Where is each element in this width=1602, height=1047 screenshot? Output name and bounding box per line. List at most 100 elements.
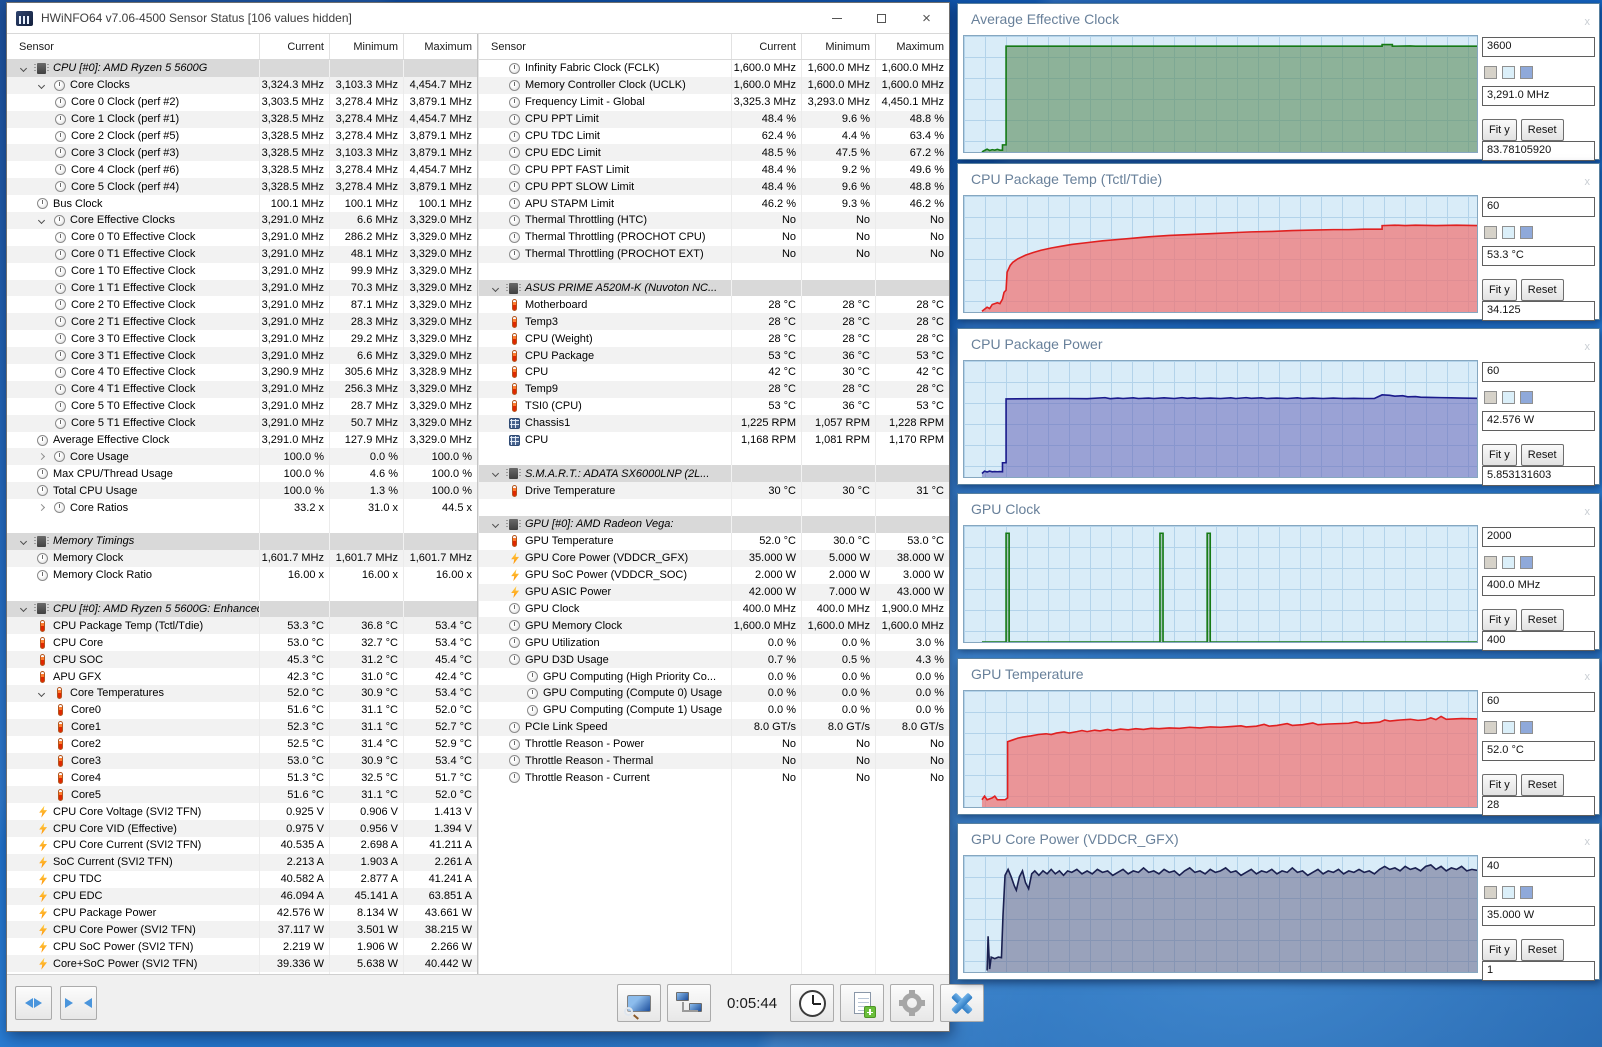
reset-button[interactable]: Reset	[1520, 279, 1564, 301]
sensor-group-row[interactable]: Memory Timings	[7, 532, 477, 550]
column-header-maximum[interactable]: Maximum	[403, 34, 477, 59]
sensor-row[interactable]: CPU Package 53 °C 36 °C 53 °C	[479, 347, 949, 365]
collapse-arrow-icon[interactable]	[37, 689, 46, 697]
scale-min-input[interactable]: 1	[1482, 961, 1595, 981]
sensor-row[interactable]: CPU Package Temp (Tctl/Tdie) 53.3 °C 36.8 …	[7, 617, 477, 635]
fit-y-button[interactable]: Fit y	[1482, 774, 1517, 796]
sensor-row[interactable]: Memory Controller Clock (UCLK) 1,600.0 MH…	[479, 76, 949, 94]
sensor-row[interactable]: Core3 53.0 °C 30.9 °C 53.4 °C	[7, 752, 477, 770]
collapse-arrow-icon[interactable]	[491, 284, 500, 292]
sensor-row[interactable]: Core5 51.6 °C 31.1 °C 52.0 °C	[7, 786, 477, 804]
fit-y-button[interactable]: Fit y	[1482, 119, 1517, 141]
scale-min-input[interactable]: 5.853131603	[1482, 466, 1595, 486]
grid-color-swatch[interactable]	[1502, 226, 1515, 239]
sensor-row[interactable]: GPU Clock 400.0 MHz 400.0 MHz 1,900.0 MHz	[479, 600, 949, 618]
sensor-row[interactable]: SoC Current (SVI2 TFN) 2.213 A 1.903 A 2.26…	[7, 853, 477, 871]
graph-titlebar[interactable]: GPU Core Power (VDDCR_GFX) x	[958, 824, 1599, 855]
sensor-row[interactable]: Bus Clock 100.1 MHz 100.1 MHz 100.1 MHz	[7, 195, 477, 213]
close-icon[interactable]: x	[1585, 332, 1591, 363]
reset-button[interactable]: Reset	[1520, 444, 1564, 466]
collapse-arrow-icon[interactable]	[19, 64, 28, 72]
column-header-current[interactable]: Current	[259, 34, 329, 59]
background-color-swatch[interactable]	[1484, 721, 1497, 734]
sensor-row[interactable]: Temp3 28 °C 28 °C 28 °C	[479, 313, 949, 331]
sensor-row[interactable]: GPU Computing (Compute 0) Usage 0.0 % 0.0 …	[479, 684, 949, 702]
sensor-row[interactable]: CPU Core Power (SVI2 TFN) 37.117 W 3.501 W…	[7, 921, 477, 939]
column-header-sensor[interactable]: Sensor	[7, 34, 259, 59]
graph-window[interactable]: CPU Package Power x 60 42.576 W Fit y Re…	[957, 328, 1600, 486]
graph-titlebar[interactable]: GPU Temperature x	[958, 659, 1599, 690]
graph-titlebar[interactable]: Average Effective Clock x	[958, 4, 1599, 35]
column-header-maximum[interactable]: Maximum	[875, 34, 949, 59]
close-button[interactable]: ×	[904, 4, 949, 33]
sensor-row[interactable]: Throttle Reason - Current No No No	[479, 769, 949, 787]
scale-max-input[interactable]: 3600	[1482, 37, 1595, 57]
sensor-row[interactable]: Core Clocks 3,324.3 MHz 3,103.3 MHz 4,454.7…	[7, 76, 477, 94]
sensor-row[interactable]: GPU SoC Power (VDDCR_SOC) 2.000 W 2.000 W3…	[479, 566, 949, 584]
line-color-swatch[interactable]	[1520, 556, 1533, 569]
scale-max-input[interactable]: 60	[1482, 362, 1595, 382]
fit-y-button[interactable]: Fit y	[1482, 279, 1517, 301]
window-titlebar[interactable]: HWiNFO64 v7.06-4500 Sensor Status [106 v…	[7, 3, 949, 33]
sensor-row[interactable]: GPU Computing (Compute 1) Usage 0.0 % 0.0 …	[479, 701, 949, 719]
grid-color-swatch[interactable]	[1502, 886, 1515, 899]
line-color-swatch[interactable]	[1520, 721, 1533, 734]
scale-max-input[interactable]: 60	[1482, 197, 1595, 217]
column-header-sensor[interactable]: Sensor	[479, 34, 731, 59]
sensor-row[interactable]: Core1 52.3 °C 31.1 °C 52.7 °C	[7, 718, 477, 736]
sensor-row[interactable]: CPU PPT Limit 48.4 % 9.6 % 48.8 %	[479, 110, 949, 128]
expand-arrow-icon[interactable]	[37, 504, 46, 512]
collapse-columns-button[interactable]	[60, 986, 97, 1020]
sensor-row[interactable]: Core+SoC Power (SVI2 TFN) 39.336 W 5.638 W…	[7, 955, 477, 973]
collapse-arrow-icon[interactable]	[37, 216, 46, 224]
minimize-button[interactable]	[814, 4, 859, 33]
reset-button[interactable]: Reset	[1520, 609, 1564, 631]
sensor-row[interactable]: Core 2 T1 Effective Clock 3,291.0 MHz 28.3…	[7, 313, 477, 331]
sensor-row[interactable]: Throttle Reason - Power No No No	[479, 735, 949, 753]
sensor-row[interactable]: Thermal Throttling (PROCHOT EXT) No No No	[479, 245, 949, 263]
grid-color-swatch[interactable]	[1502, 66, 1515, 79]
sensor-row[interactable]: Frequency Limit - Global 3,325.3 MHz 3,293…	[479, 93, 949, 111]
graph-titlebar[interactable]: CPU Package Temp (Tctl/Tdie) x	[958, 164, 1599, 195]
sensor-row[interactable]: Average Effective Clock 3,291.0 MHz 127.9 …	[7, 431, 477, 449]
graph-window[interactable]: GPU Temperature x 60 52.0 °C Fit y Reset…	[957, 658, 1600, 816]
sensor-row[interactable]: Core Temperatures 52.0 °C 30.9 °C 53.4 °C	[7, 684, 477, 702]
line-color-swatch[interactable]	[1520, 391, 1533, 404]
sensor-row[interactable]: CPU 1,168 RPM 1,081 RPM 1,170 RPM	[479, 431, 949, 449]
sensor-row[interactable]: Core 0 T1 Effective Clock 3,291.0 MHz 48.1…	[7, 245, 477, 263]
sensor-row[interactable]: Core 4 T1 Effective Clock 3,291.0 MHz 256.…	[7, 380, 477, 398]
table-header[interactable]: Sensor Current Minimum Maximum	[7, 34, 477, 60]
sensor-row[interactable]: Core0 51.6 °C 31.1 °C 52.0 °C	[7, 701, 477, 719]
reset-button[interactable]: Reset	[1520, 939, 1564, 961]
background-color-swatch[interactable]	[1484, 66, 1497, 79]
sensor-row[interactable]: Core 3 T0 Effective Clock 3,291.0 MHz 29.2…	[7, 330, 477, 348]
column-header-minimum[interactable]: Minimum	[329, 34, 403, 59]
close-icon[interactable]: x	[1585, 662, 1591, 693]
sensor-row[interactable]: CPU EDC 46.094 A 45.141 A 63.851 A	[7, 887, 477, 905]
sensor-row[interactable]: Core 4 Clock (perf #6) 3,328.5 MHz 3,278.4…	[7, 161, 477, 179]
column-header-minimum[interactable]: Minimum	[801, 34, 875, 59]
close-icon[interactable]: x	[1585, 497, 1591, 528]
fit-y-button[interactable]: Fit y	[1482, 609, 1517, 631]
sensor-group-row[interactable]: ASUS PRIME A520M-K (Nuvoton NC...	[479, 279, 949, 297]
sensor-row[interactable]: Total CPU Usage 100.0 % 1.3 % 100.0 %	[7, 482, 477, 500]
sensor-row[interactable]: GPU D3D Usage 0.7 % 0.5 % 4.3 %	[479, 651, 949, 669]
scale-max-input[interactable]: 40	[1482, 857, 1595, 877]
grid-color-swatch[interactable]	[1502, 556, 1515, 569]
sensor-row[interactable]: Core 1 T1 Effective Clock 3,291.0 MHz 70.3…	[7, 279, 477, 297]
clock-button[interactable]	[790, 984, 835, 1022]
close-icon[interactable]: x	[1585, 167, 1591, 198]
fit-y-button[interactable]: Fit y	[1482, 939, 1517, 961]
graph-window[interactable]: CPU Package Temp (Tctl/Tdie) x 60 53.3 °…	[957, 163, 1600, 321]
scale-max-input[interactable]: 60	[1482, 692, 1595, 712]
background-color-swatch[interactable]	[1484, 556, 1497, 569]
fit-y-button[interactable]: Fit y	[1482, 444, 1517, 466]
sensor-row[interactable]: Core 2 Clock (perf #5) 3,328.5 MHz 3,278.4…	[7, 127, 477, 145]
sensor-row[interactable]: Core 3 T1 Effective Clock 3,291.0 MHz 6.6 …	[7, 347, 477, 365]
sensor-row[interactable]: CPU TDC Limit 62.4 % 4.4 % 63.4 %	[479, 127, 949, 145]
collapse-arrow-icon[interactable]	[19, 605, 28, 613]
graph-window[interactable]: GPU Core Power (VDDCR_GFX) x 40 35.000 W…	[957, 823, 1600, 981]
close-icon[interactable]: x	[1585, 827, 1591, 858]
sensor-row[interactable]: Thermal Throttling (HTC) No No No	[479, 212, 949, 229]
close-icon[interactable]: x	[1585, 7, 1591, 38]
